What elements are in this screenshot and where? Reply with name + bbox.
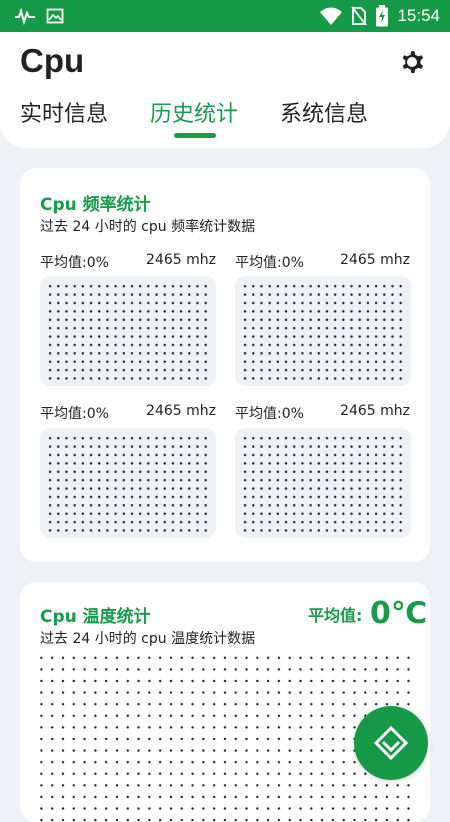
frequency-card-subtitle: 过去 24 小时的 cpu 频率统计数据	[40, 219, 256, 235]
wifi-icon	[320, 7, 343, 25]
plot-3-avg: 平均值:0%	[40, 406, 109, 422]
frequency-plot-2	[235, 276, 411, 386]
tab-history[interactable]: 历史统计	[150, 96, 238, 128]
temperature-card-subtitle: 过去 24 小时的 cpu 温度统计数据	[40, 631, 256, 647]
plot-1-avg: 平均值:0%	[40, 255, 109, 271]
plot-2-avg: 平均值:0%	[235, 255, 304, 271]
gear-icon[interactable]	[396, 46, 428, 78]
tab-system[interactable]: 系统信息	[280, 96, 368, 128]
battery-charging-icon	[376, 5, 389, 27]
plot-4-freq: 2465 mhz	[340, 403, 410, 419]
active-tab-indicator	[174, 133, 216, 138]
no-sim-icon	[351, 6, 368, 26]
temperature-card: Cpu 温度统计 过去 24 小时的 cpu 温度统计数据 平均值: 0℃	[20, 582, 430, 822]
scroll-down-button[interactable]	[354, 706, 428, 780]
image-icon	[46, 8, 64, 24]
activity-icon	[15, 7, 35, 25]
temperature-avg-label: 平均值:	[308, 606, 363, 625]
tab-bar: 实时信息 历史统计 系统信息	[0, 96, 450, 136]
plot-3-freq: 2465 mhz	[146, 403, 216, 419]
app-header: Cpu 实时信息 历史统计 系统信息	[0, 32, 450, 148]
status-time: 15:54	[397, 6, 440, 25]
status-bar: 15:54	[0, 0, 450, 32]
chevron-down-icon	[373, 725, 409, 761]
temperature-card-title: Cpu 温度统计	[40, 607, 151, 627]
tab-realtime[interactable]: 实时信息	[20, 96, 108, 128]
temperature-avg-value: 0℃	[370, 596, 428, 631]
plot-1-freq: 2465 mhz	[146, 252, 216, 268]
frequency-plot-4	[235, 428, 411, 538]
plot-2-freq: 2465 mhz	[340, 252, 410, 268]
plot-4-avg: 平均值:0%	[235, 406, 304, 422]
frequency-plot-3	[40, 428, 216, 538]
frequency-card-title: Cpu 频率统计	[40, 195, 151, 215]
frequency-card: Cpu 频率统计 过去 24 小时的 cpu 频率统计数据 平均值:0% 246…	[20, 168, 430, 562]
frequency-plot-1	[40, 276, 216, 386]
app-title: Cpu	[20, 42, 85, 79]
